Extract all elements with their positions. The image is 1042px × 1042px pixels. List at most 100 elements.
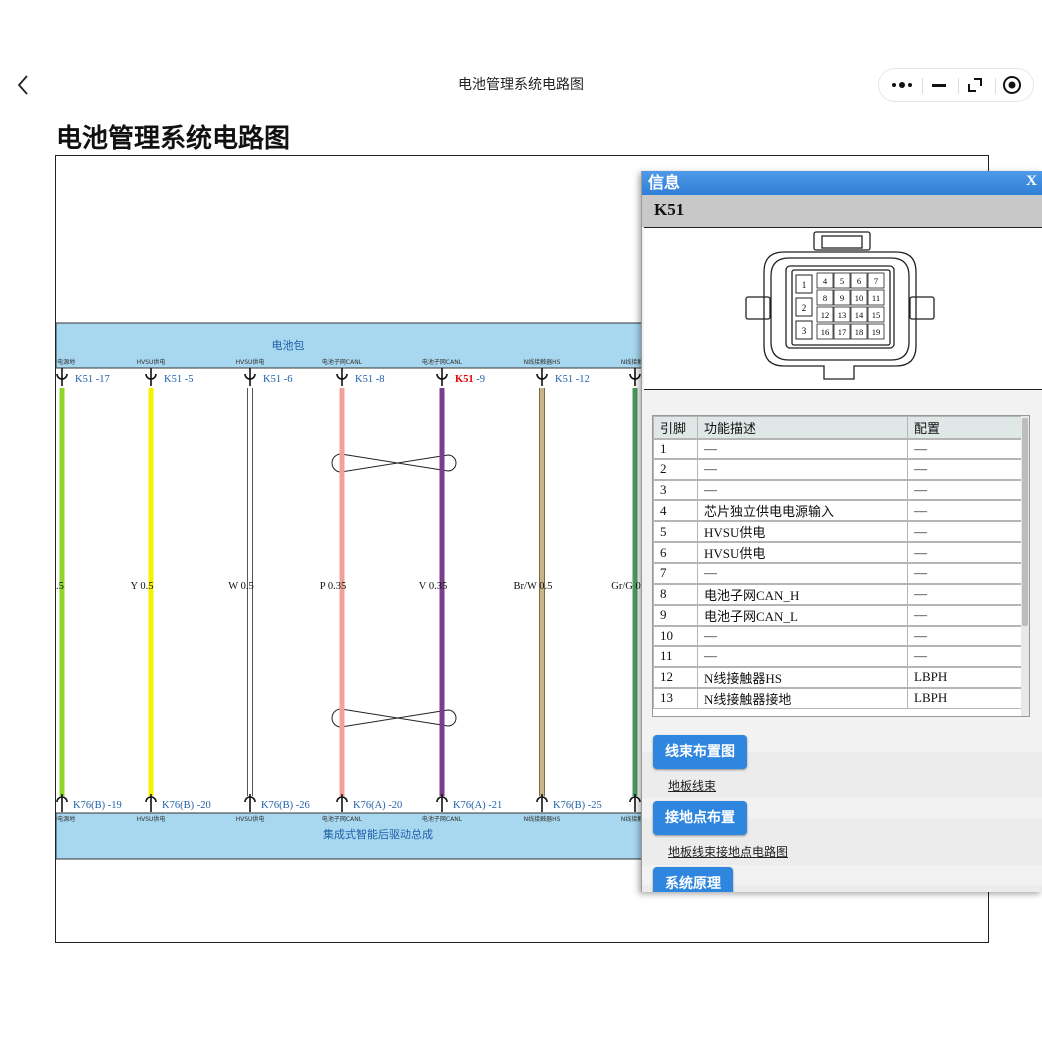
function-cell: — <box>697 624 908 647</box>
side-pin-label: 2 <box>802 303 807 313</box>
wire-bottom-conn[interactable]: K76(B) -20 <box>162 800 211 811</box>
wire-top-conn[interactable]: K51 -5 <box>164 374 193 385</box>
function-cell: 电池子网CAN_H <box>697 582 908 605</box>
wire-bottom-desc: SU电源地 <box>56 815 75 823</box>
wire-label: V 0.35 <box>419 581 447 592</box>
function-cell: 芯片独立供电电源输入 <box>697 499 908 522</box>
grid-pin-label: 14 <box>855 310 864 320</box>
wire-top-desc: HVSU供电 <box>236 358 265 366</box>
table-row[interactable]: 3— — <box>653 478 1023 501</box>
terminal-top-icon <box>145 368 157 386</box>
wire-top-conn[interactable]: K51 -9 <box>455 374 485 385</box>
config-cell: — <box>907 437 1023 460</box>
twisted-pair-lower <box>331 708 457 728</box>
harness-layout-button[interactable]: 线束布置图 <box>653 735 747 769</box>
close-miniprogram-button[interactable] <box>995 69 1029 101</box>
grid-pin-label: 5 <box>840 276 844 286</box>
config-cell: — <box>907 499 1023 522</box>
table-row[interactable]: 7— — <box>653 562 1023 584</box>
pin-cell: 3 <box>653 478 698 501</box>
more-button[interactable] <box>885 69 919 101</box>
grid-pin-label: 8 <box>823 293 827 303</box>
grid-pin-label: 13 <box>838 310 847 320</box>
wire-5[interactable]: 电池子网CANL K51 -9 V 0.35 K76(A) -21 电池子网CANL <box>419 358 502 823</box>
table-row[interactable]: 5 HVSU供电 — <box>653 520 1023 543</box>
wire-bottom-conn[interactable]: K76(B) -25 <box>553 800 602 811</box>
table-row[interactable]: 4 芯片独立供电电源输入 — <box>653 499 1023 522</box>
wire-top-desc: SU电源地 <box>56 358 75 366</box>
wire-2[interactable]: HVSU供电 K51 -5 Y 0.5 K76(B) -20 HVSU供电 <box>131 358 211 823</box>
wire-bottom-desc: HVSU供电 <box>236 815 265 823</box>
side-pin-label: 3 <box>802 326 807 336</box>
wire-label: Gr/G 0 <box>611 581 640 592</box>
table-row[interactable]: 2— — <box>653 458 1023 480</box>
terminal-top-icon <box>244 368 256 386</box>
system-principle-button[interactable]: 系统原理 <box>653 867 733 892</box>
wire-3[interactable]: HVSU供电 K51 -6 W 0.5 K76(B) -26 HVSU供电 <box>228 358 309 823</box>
float-window-button[interactable] <box>958 69 992 101</box>
wire-label: L 0.5 <box>56 581 64 592</box>
table-row[interactable]: 10— — <box>653 624 1023 647</box>
pin-cell: 7 <box>653 562 698 584</box>
terminal-top-icon <box>536 368 548 386</box>
top-module-label: 电池包 <box>272 339 305 352</box>
table-scrollbar[interactable] <box>1021 416 1029 716</box>
wire-top-conn[interactable]: K51 -17 <box>75 374 110 385</box>
table-row[interactable]: 11— — <box>653 645 1023 667</box>
config-cell: — <box>907 520 1023 543</box>
side-pin-label: 1 <box>802 280 807 290</box>
wire-bottom-desc: N线接触器HS <box>524 815 561 823</box>
wire-4[interactable]: 电池子网CANL K51 -8 P 0.35 K76(A) -20 电池子网CANL <box>320 358 403 823</box>
config-cell: LBPH <box>907 665 1023 688</box>
wire-label: Y 0.5 <box>131 581 154 592</box>
ground-point-link[interactable]: 地板线束接地点电路图 <box>668 843 788 860</box>
grid-pin-label: 11 <box>872 293 880 303</box>
wire-top-desc: 电池子网CANL <box>422 358 463 366</box>
table-scrollbar-thumb[interactable] <box>1022 418 1028 626</box>
terminal-top-icon <box>629 368 641 386</box>
wire-1[interactable]: SU电源地K51 -17L 0.5K76(B) -19SU电源地 <box>56 358 122 823</box>
wire-top-conn[interactable]: K51 -6 <box>263 374 292 385</box>
minimize-button[interactable] <box>922 69 956 101</box>
wire-top-conn[interactable]: K51 -8 <box>355 374 384 385</box>
minus-icon <box>932 84 946 87</box>
grid-pin-label: 12 <box>821 310 830 320</box>
wire-6[interactable]: N线接触器HS K51 -12 Br/W 0.5 K76(B) -25 N线接触器HS <box>514 358 602 823</box>
function-cell: — <box>697 645 908 667</box>
page-title: 电池管理系统电路图 <box>56 124 291 154</box>
wire-label: Br/W 0.5 <box>514 581 553 592</box>
table-row[interactable]: 8 电池子网CAN_H — <box>653 582 1023 605</box>
config-cell: — <box>907 582 1023 605</box>
pin-table[interactable]: 引脚 功能描述 配置 1— —2— —3— —4 芯片独立供电电源输入 —5 HVSU供电 —… <box>652 415 1030 717</box>
function-cell: 电池子网CAN_L <box>697 603 908 626</box>
terminal-bottom-icon <box>629 794 641 812</box>
wire-bottom-conn[interactable]: K76(B) -19 <box>73 800 122 811</box>
table-row[interactable]: 9 电池子网CAN_L — <box>653 603 1023 626</box>
pin-cell: 10 <box>653 624 698 647</box>
terminal-bottom-icon <box>145 794 157 812</box>
function-cell: — <box>697 478 908 501</box>
wire-top-desc: HVSU供电 <box>137 358 166 366</box>
harness-layout-link[interactable]: 地板线束 <box>668 777 716 794</box>
grid-pin-label: 10 <box>855 293 864 303</box>
terminal-bottom-icon <box>244 794 256 812</box>
pin-cell: 13 <box>653 686 698 709</box>
pin-cell: 6 <box>653 541 698 564</box>
col-pin: 引脚 <box>653 416 698 439</box>
config-cell: LBPH <box>907 686 1023 709</box>
pin-cell: 5 <box>653 520 698 543</box>
connector-pinout-image: 123 4 5 6 7 8 9 10 11 12 13 14 15 16 17 18 19 <box>644 227 1042 390</box>
wire-bottom-conn[interactable]: K76(A) -20 <box>353 800 402 811</box>
grid-pin-label: 17 <box>838 327 847 337</box>
info-close-button[interactable]: X <box>1026 171 1037 191</box>
table-row[interactable]: 13 N线接触器接地 LBPH <box>653 686 1023 709</box>
table-row[interactable]: 1— — <box>653 437 1023 460</box>
col-function: 功能描述 <box>697 416 908 439</box>
table-row[interactable]: 12 N线接触器HS LBPH <box>653 665 1023 688</box>
table-row[interactable]: 6 HVSU供电 — <box>653 541 1023 564</box>
wire-bottom-conn[interactable]: K76(B) -26 <box>261 800 310 811</box>
wire-bottom-conn[interactable]: K76(A) -21 <box>453 800 502 811</box>
wire-top-desc: N线接触器HS <box>524 358 561 366</box>
wire-top-conn[interactable]: K51 -12 <box>555 374 590 385</box>
ground-point-button[interactable]: 接地点布置 <box>653 801 747 835</box>
